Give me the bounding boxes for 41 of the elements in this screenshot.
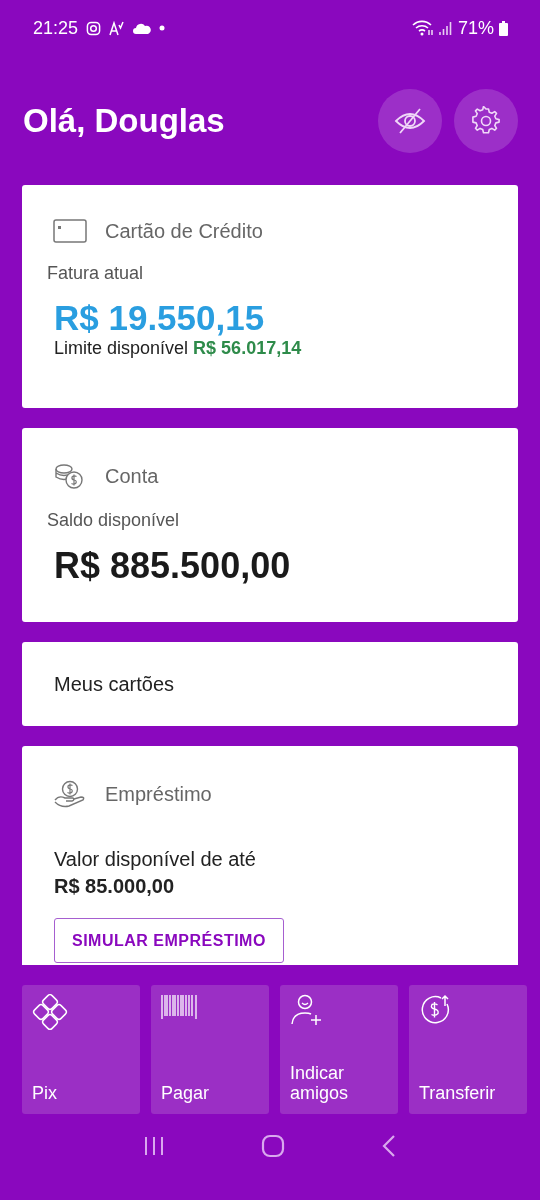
status-time: 21:25 [33,17,79,39]
cloud-icon [133,22,152,34]
back-icon[interactable] [381,1134,397,1158]
credit-card-panel[interactable]: Cartão de Crédito Fatura atual R$ 19.550,15 Limite disponível R$ 56.017,14 [22,185,518,408]
shortcut-tile[interactable]: Pagar [151,985,269,1114]
recent-apps-icon[interactable] [143,1135,165,1157]
credit-card-icon [53,219,87,243]
signal-icon [438,20,453,36]
camera-icon [86,20,102,36]
shortcut-tile[interactable]: Pix [22,985,140,1114]
my-cards-item[interactable]: Meus cartões [22,642,518,726]
card-title: Conta [105,464,159,488]
limit-label: Limite disponível [54,338,189,358]
settings-icon [471,105,501,136]
wifi-icon [411,20,434,36]
balance-amount: R$ 885.500,00 [53,545,292,587]
home-icon[interactable] [261,1134,285,1158]
dollar-arrow-icon [419,994,451,1026]
balance-label: Saldo disponível [47,510,181,531]
invoice-amount: R$ 19.550,15 [53,298,266,338]
account-panel[interactable]: Conta Saldo disponível R$ 885.500,00 [22,428,518,622]
diamonds-icon [32,994,68,1030]
card-title: Empréstimo [105,782,212,806]
eye-slash-icon [394,107,426,134]
card-title: Cartão de Crédito [105,219,263,243]
barcode-icon [161,994,197,1020]
greeting-title: Olá, Douglas [23,101,225,140]
text-check-icon [109,20,126,36]
simulate-loan-button[interactable]: SIMULAR EMPRÉSTIMO [54,918,284,963]
loan-label: Valor disponível de até [53,848,257,871]
battery-level: 71% [457,17,494,39]
add-person-icon [290,994,324,1026]
invoice-label: Fatura atual [47,263,145,284]
loan-panel[interactable]: Empréstimo Valor disponível de até R$ 85.000,00 SIMULAR EMPRÉSTIMO [22,746,518,965]
shortcut-tile[interactable]: Transferir [409,985,527,1114]
money-hand-icon [53,780,87,808]
shortcut-tile[interactable]: Indicar amigos [280,985,398,1114]
loan-amount: R$ 85.000,00 [53,875,176,898]
battery-icon [499,20,508,36]
dot-icon [159,25,166,31]
limit-amount: R$ 56.017,14 [193,338,302,358]
